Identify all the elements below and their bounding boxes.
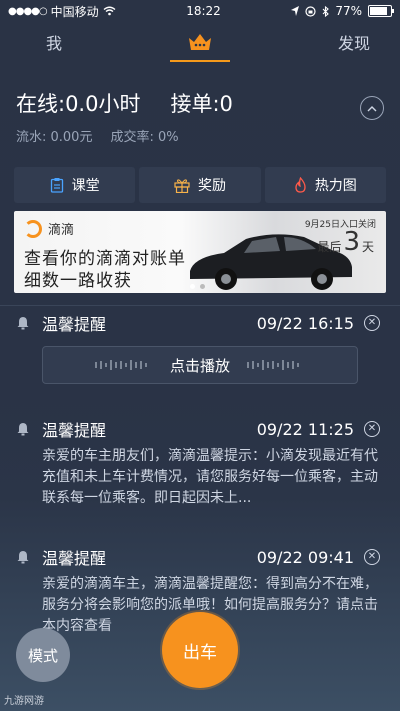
start-service-button[interactable]: 出车 bbox=[162, 612, 238, 688]
didi-brand: 滴滴 bbox=[24, 219, 74, 238]
crown-icon bbox=[189, 34, 211, 50]
classroom-button[interactable]: 课堂 bbox=[14, 167, 136, 203]
message-title: 温馨提醒 bbox=[42, 421, 107, 440]
carrier-label: 中国移动 bbox=[50, 4, 99, 19]
battery-percent: 77% bbox=[335, 4, 362, 18]
message-time: 09/22 16:15 bbox=[256, 313, 354, 333]
promo-banner[interactable]: 滴滴 查看你的滴滴对账单 细数一路收获 9月25日入口关闭 最后 3 天 bbox=[14, 211, 386, 293]
clipboard-icon bbox=[50, 178, 63, 193]
didi-logo-icon bbox=[24, 219, 42, 238]
pager-dot bbox=[200, 284, 205, 289]
collapse-button[interactable] bbox=[360, 96, 384, 120]
banner-brand: 滴滴 bbox=[48, 223, 75, 238]
banner-pager bbox=[190, 284, 205, 289]
waveform-right-icon bbox=[247, 360, 299, 370]
flame-icon bbox=[295, 177, 306, 193]
quick-actions: 课堂 奖励 热力图 bbox=[0, 167, 400, 203]
close-icon[interactable]: ✕ bbox=[364, 549, 380, 565]
message-body[interactable]: 亲爱的车主朋友们，滴滴温馨提示：小滴发现最近有代充值和未上车计费情况，请您服务好… bbox=[16, 446, 380, 509]
message-time: 09/22 11:25 bbox=[256, 419, 354, 439]
tab-discover[interactable]: 发现 bbox=[338, 30, 370, 54]
bluetooth-icon bbox=[322, 5, 330, 17]
wifi-icon bbox=[103, 6, 116, 16]
message-title: 温馨提醒 bbox=[42, 549, 107, 568]
top-tabs: 我 发现 bbox=[0, 22, 400, 62]
days-left: 最后 3 天 bbox=[317, 229, 374, 255]
tab-home[interactable] bbox=[170, 22, 230, 62]
battery-level bbox=[369, 7, 387, 15]
mode-button[interactable]: 模式 bbox=[16, 628, 70, 682]
reward-button[interactable]: 奖励 bbox=[139, 167, 261, 203]
location-icon bbox=[291, 6, 300, 16]
bell-icon bbox=[17, 423, 29, 436]
banner-subline: 细数一路收获 bbox=[24, 271, 132, 291]
signal-icon: ●●●●○ bbox=[8, 5, 48, 17]
online-hours: 在线:0.0小时 bbox=[16, 92, 141, 116]
reward-label: 奖励 bbox=[197, 178, 226, 194]
waveform-left-icon bbox=[95, 360, 147, 370]
message-card: 温馨提醒 09/22 11:25 ✕ 亲爱的车主朋友们，滴滴温馨提示：小滴发现最… bbox=[0, 412, 400, 524]
days-suffix: 天 bbox=[361, 240, 374, 254]
days-number: 3 bbox=[343, 227, 360, 257]
battery-icon bbox=[367, 5, 394, 17]
clock: 18:22 bbox=[186, 4, 221, 18]
bell-icon bbox=[17, 317, 29, 330]
status-bar: ●●●●○ 中国移动 18:22 77% bbox=[0, 0, 400, 22]
days-prefix: 最后 bbox=[317, 240, 342, 254]
heatmap-button[interactable]: 热力图 bbox=[264, 167, 386, 203]
message-card: 温馨提醒 09/22 16:15 ✕ 点击播放 bbox=[0, 305, 400, 396]
play-label: 点击播放 bbox=[169, 356, 230, 375]
start-service-label: 出车 bbox=[183, 642, 217, 663]
close-icon[interactable]: ✕ bbox=[364, 315, 380, 331]
orientation-lock-icon bbox=[305, 5, 316, 17]
heatmap-label: 热力图 bbox=[314, 178, 357, 194]
bell-icon bbox=[17, 551, 29, 564]
watermark: 九游网游 bbox=[4, 696, 44, 707]
revenue: 流水: 0.00元 bbox=[16, 130, 93, 145]
mode-label: 模式 bbox=[27, 646, 58, 665]
tab-me[interactable]: 我 bbox=[46, 30, 62, 54]
orders-count: 接单:0 bbox=[170, 92, 233, 116]
play-audio-button[interactable]: 点击播放 bbox=[42, 346, 358, 384]
message-time: 09/22 09:41 bbox=[256, 547, 354, 567]
message-title: 温馨提醒 bbox=[42, 315, 107, 334]
gift-icon bbox=[174, 178, 190, 193]
close-icon[interactable]: ✕ bbox=[364, 421, 380, 437]
driver-stats: 在线:0.0小时 接单:0 流水: 0.00元 成交率: 0% bbox=[0, 62, 400, 145]
pager-dot-active bbox=[190, 284, 195, 289]
chevron-up-icon bbox=[367, 105, 377, 111]
classroom-label: 课堂 bbox=[71, 178, 100, 194]
acceptance-rate: 成交率: 0% bbox=[110, 130, 179, 145]
